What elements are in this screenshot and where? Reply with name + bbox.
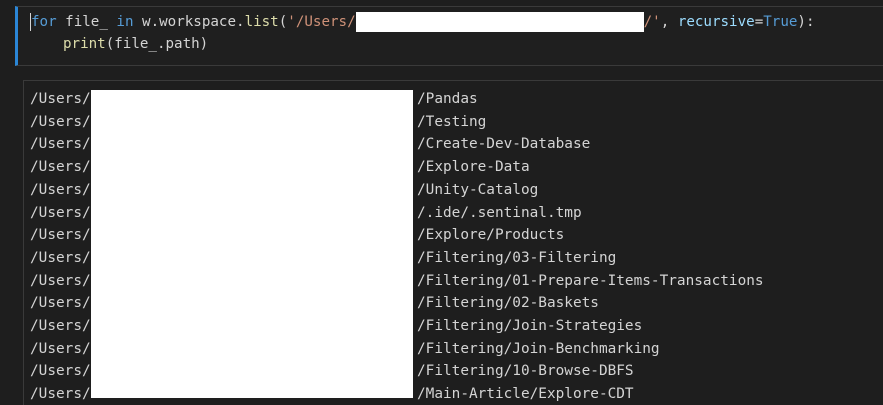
path-string-start: '/Users/ [287,14,356,30]
notebook-page: for file_ in w.workspace.list('/Users/ /'… [0,0,883,405]
output-prefix: /Users/ [30,295,91,312]
redacted-username-block [91,90,413,398]
output-prefix: /Users/ [30,340,91,357]
output-path: /Filtering/03-Filtering [417,249,617,266]
print-args: (file_.path) [105,36,209,52]
code-line-2[interactable]: print(file_.path) [63,34,208,54]
output-prefix: /Users/ [30,204,91,221]
output-path: /Filtering/Join-Benchmarking [417,340,660,357]
path-string-end: /' [643,14,661,30]
output-path: /Testing [417,113,487,130]
output-prefix: /Users/ [30,91,91,107]
output-prefix: /Users/ [30,363,91,380]
true-literal: True [763,14,798,30]
output-path: /Filtering/10-Browse-DBFS [417,363,634,380]
output-path: /Main-Article/Explore-CDT [417,386,634,403]
output-prefix: /Users/ [30,318,91,334]
output-path: /Create-Dev-Database [417,136,591,153]
output-path: /Filtering/01-Prepare-Items-Transactions [417,272,764,289]
output-path: /.ide/.sentinal.tmp [417,204,582,221]
output-path: /Filtering/02-Baskets [417,295,599,312]
output-path: /Pandas [417,91,478,107]
loop-variable: file_ [56,14,117,30]
workspace-object: w.workspace. [133,14,245,30]
output-prefix: /Users/ [30,181,91,198]
comma: , [660,14,678,30]
redacted-username-block [355,12,644,32]
output-prefix: /Users/ [30,136,91,153]
open-paren: ( [278,14,288,30]
output-prefix: /Users/ [30,272,91,289]
output-path: /Filtering/Join-Strategies [417,318,643,334]
output-prefix: /Users/ [30,386,91,403]
print-function: print [63,36,106,52]
keyword-in: in [116,14,134,30]
output-path: /Explore-Data [417,159,530,176]
output-prefix: /Users/ [30,227,91,244]
close-paren: ): [797,14,815,30]
output-prefix: /Users/ [30,249,91,266]
output-path: /Unity-Catalog [417,181,539,198]
output-prefix: /Users/ [30,159,91,176]
output-path: /Explore/Products [417,227,565,244]
list-function: list [244,14,279,30]
code-line-1[interactable]: for file_ in w.workspace.list('/Users/ /'… [31,12,815,32]
equals: = [754,14,764,30]
output-prefix: /Users/ [30,113,91,130]
recursive-param: recursive [677,14,755,30]
keyword-for: for [31,14,57,30]
